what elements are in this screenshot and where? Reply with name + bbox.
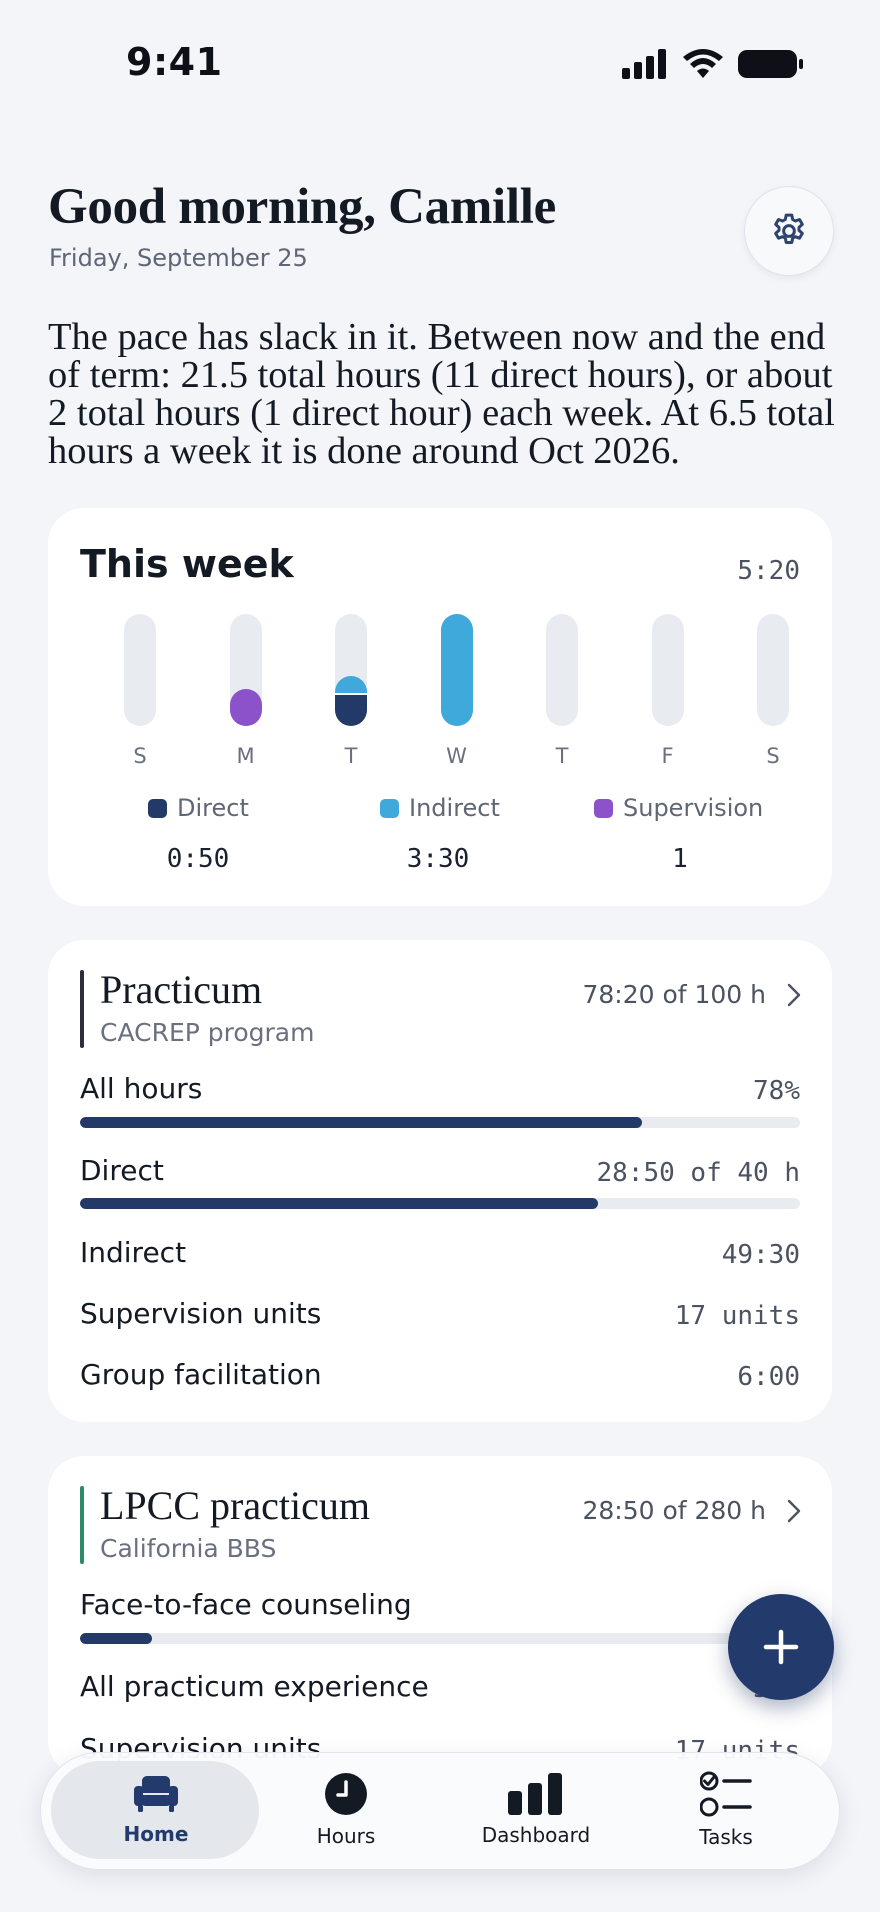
direct-progress-fill <box>80 1198 599 1209</box>
row-supervision-label: Supervision units <box>80 1297 322 1330</box>
day-bar-indirect-segment <box>335 676 367 695</box>
all-hours-progress <box>80 1117 800 1128</box>
indirect-swatch <box>380 798 399 818</box>
chevron-right-icon <box>787 983 801 1007</box>
program-total: 78:20 of 100 h <box>582 980 766 1009</box>
row-face-to-face-label: Face-to-face counseling <box>80 1588 412 1621</box>
add-entry-button[interactable] <box>728 1594 834 1700</box>
face-to-face-progress-fill <box>80 1633 152 1644</box>
plus-icon <box>763 1629 799 1665</box>
date-label: Friday, September 25 <box>49 244 308 272</box>
all-hours-progress-fill <box>80 1117 642 1128</box>
armchair-icon <box>134 1776 178 1812</box>
legend-indirect: Indirect <box>380 794 500 822</box>
tab-hours-label: Hours <box>316 1824 376 1848</box>
row-group-value: 6:00 <box>737 1362 800 1392</box>
legend-direct-value: 0:50 <box>166 844 230 874</box>
row-all-hours-label: All hours <box>80 1072 203 1105</box>
legend-direct-label: Direct <box>177 794 249 822</box>
program-name: LPCC practicum <box>100 1483 370 1528</box>
wifi-icon <box>683 49 723 78</box>
row-group-label: Group facilitation <box>80 1358 322 1391</box>
row-all-hours-value: 78% <box>753 1076 800 1106</box>
tab-tasks[interactable]: Tasks <box>631 1753 821 1867</box>
gear-icon <box>774 213 804 244</box>
pace-summary: The pace has slack in it. Between now an… <box>48 316 835 472</box>
legend-supervision-label: Supervision <box>623 794 764 822</box>
row-direct-label: Direct <box>80 1154 164 1187</box>
day-bar[interactable] <box>651 614 684 726</box>
row-indirect-value: 49:30 <box>721 1240 800 1270</box>
row-indirect-label: Indirect <box>80 1236 187 1269</box>
day-bar[interactable] <box>440 614 473 726</box>
program-total: 28:50 of 280 h <box>582 1496 766 1525</box>
lpcc-card[interactable]: LPCC practicum California BBS 28:50 of 2… <box>48 1456 832 1776</box>
tab-bar: Home Hours Dashboard Tasks <box>40 1752 840 1870</box>
day-bar[interactable] <box>124 614 156 726</box>
day-label: M <box>236 744 255 768</box>
week-total: 5:20 <box>737 556 800 586</box>
day-label: S <box>133 744 147 768</box>
row-supervision-value: 17 units <box>674 1301 800 1331</box>
legend-indirect-value: 3:30 <box>406 844 470 874</box>
day-label: W <box>446 744 467 768</box>
status-bar: 9:41 <box>0 0 880 120</box>
week-title: This week <box>80 542 294 586</box>
battery-icon <box>738 50 803 78</box>
supervision-swatch <box>594 798 613 818</box>
day-label: F <box>661 744 674 768</box>
legend-indirect-label: Indirect <box>409 794 500 822</box>
day-bar[interactable] <box>546 614 578 726</box>
legend-direct: Direct <box>148 794 249 822</box>
bar-chart-icon <box>508 1773 562 1815</box>
status-time: 9:41 <box>126 40 223 84</box>
lpcc-accent <box>80 1486 84 1564</box>
day-label: T <box>344 744 358 768</box>
program-subtitle: CACREP program <box>100 1018 315 1047</box>
settings-button[interactable] <box>744 186 834 276</box>
direct-progress <box>80 1198 800 1209</box>
status-icons <box>622 48 804 80</box>
legend-supervision-value: 1 <box>672 844 688 874</box>
program-subtitle: California BBS <box>100 1534 277 1563</box>
tab-home-label: Home <box>123 1822 189 1846</box>
day-bar[interactable] <box>757 614 789 726</box>
tab-dashboard[interactable]: Dashboard <box>441 1753 631 1867</box>
checklist-icon <box>700 1771 752 1817</box>
tab-home[interactable]: Home <box>61 1753 251 1867</box>
cellular-signal-icon <box>622 49 666 79</box>
day-label: S <box>766 744 780 768</box>
week-bars: SMTWTFS <box>48 614 832 774</box>
face-to-face-progress <box>80 1633 800 1644</box>
practicum-accent <box>80 970 84 1048</box>
legend-supervision: Supervision <box>594 794 763 822</box>
chevron-right-icon <box>787 1499 801 1523</box>
day-bar-indirect-segment <box>440 614 473 726</box>
clock-icon <box>325 1773 367 1815</box>
direct-swatch <box>148 798 167 818</box>
day-bar-direct-segment <box>335 695 367 726</box>
this-week-card[interactable]: This week 5:20 S M T W T F S Direct 0:50 Indir… <box>48 508 832 906</box>
day-label: T <box>555 744 569 768</box>
day-bar[interactable] <box>335 614 367 726</box>
tab-dashboard-label: Dashboard <box>481 1823 591 1847</box>
program-name: Practicum <box>100 967 263 1012</box>
greeting-title: Good morning, Camille <box>48 179 556 235</box>
row-all-practicum-label: All practicum experience <box>80 1670 429 1703</box>
tab-hours[interactable]: Hours <box>251 1753 441 1867</box>
day-bar[interactable] <box>229 614 262 726</box>
row-direct-value: 28:50 of 40 h <box>596 1158 801 1188</box>
tab-tasks-label: Tasks <box>699 1825 753 1849</box>
practicum-card[interactable]: Practicum CACREP program 78:20 of 100 h … <box>48 940 832 1422</box>
day-bar-supervision-segment <box>229 689 262 726</box>
